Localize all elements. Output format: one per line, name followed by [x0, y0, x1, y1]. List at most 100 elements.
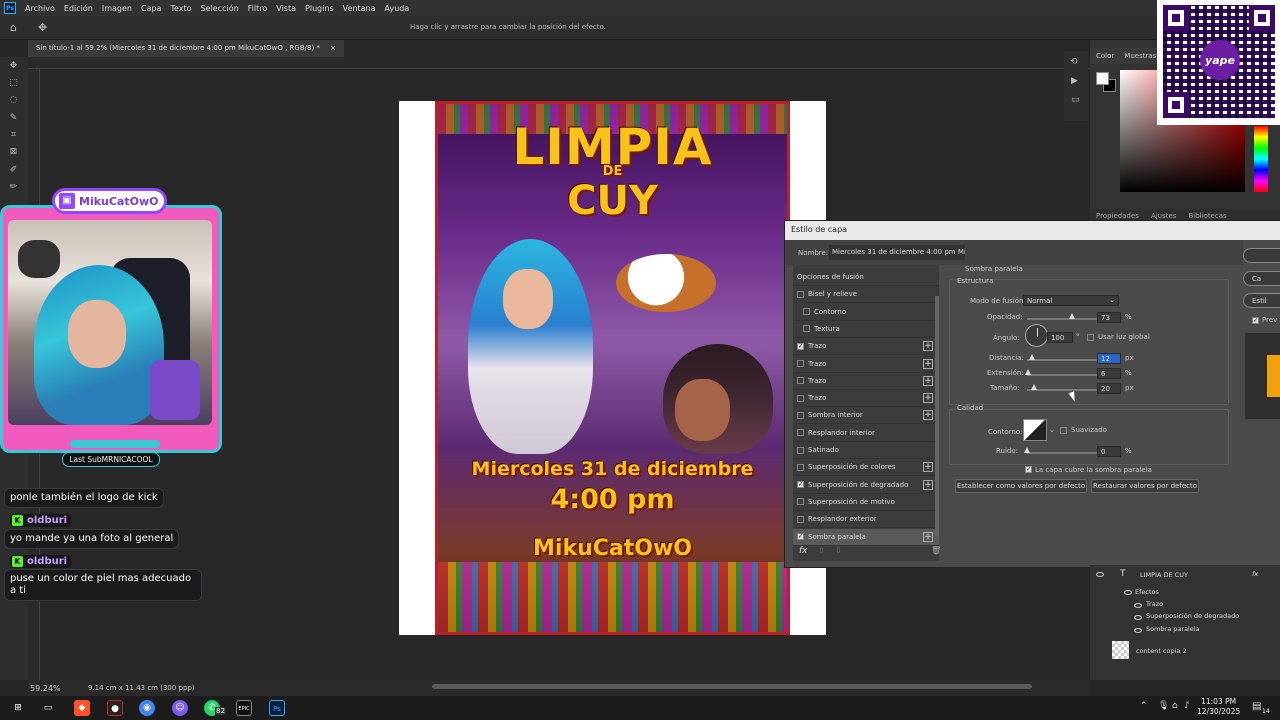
crop-tool-icon[interactable]: ⌗: [7, 130, 20, 141]
move-down-icon[interactable]: ⇩: [835, 546, 842, 555]
distance-slider-knob[interactable]: [1029, 354, 1035, 360]
add-style-icon[interactable]: +: [923, 393, 933, 404]
visibility-eye-icon[interactable]: [1124, 590, 1132, 595]
history-icon[interactable]: ⟲: [1070, 57, 1078, 67]
menu-filtro[interactable]: Filtro: [248, 4, 268, 13]
move-tool-icon[interactable]: ✥: [7, 61, 20, 72]
style-checkbox[interactable]: [797, 360, 804, 367]
contour-dropdown-icon[interactable]: ⌄: [1049, 426, 1055, 434]
menu-texto[interactable]: Texto: [170, 4, 191, 13]
style-checkbox[interactable]: [797, 394, 804, 402]
style-checkbox[interactable]: [803, 308, 810, 316]
marquee-tool-icon[interactable]: ⬚: [7, 78, 20, 89]
size-slider-knob[interactable]: [1031, 384, 1037, 390]
contour-preview[interactable]: [1023, 419, 1047, 441]
cancel-button[interactable]: Ca: [1243, 271, 1280, 286]
preview-checkbox[interactable]: ✓: [1252, 317, 1259, 324]
style-checkbox[interactable]: [797, 463, 804, 471]
layer-knocks-out-checkbox[interactable]: ✓: [1025, 466, 1032, 473]
tab-bibliotecas[interactable]: Bibliotecas: [1188, 212, 1226, 220]
menu-archivo[interactable]: Archivo: [25, 4, 55, 13]
menu-ventana[interactable]: Ventana: [343, 4, 376, 13]
fx-icon[interactable]: fx: [799, 546, 808, 556]
discord-icon[interactable]: ☺: [172, 700, 188, 716]
lasso-tool-icon[interactable]: ◌: [7, 95, 20, 106]
set-default-button[interactable]: Establecer como valores por defecto: [955, 479, 1087, 493]
notifications-icon[interactable]: ▤: [1252, 701, 1261, 712]
distance-input[interactable]: 12: [1097, 353, 1121, 364]
add-style-icon[interactable]: +: [923, 531, 933, 542]
style-list-item[interactable]: Textura: [793, 321, 939, 338]
visibility-eye-icon[interactable]: [1096, 572, 1104, 577]
opacity-slider-knob[interactable]: [1069, 313, 1075, 319]
close-tab-icon[interactable]: ×: [330, 44, 336, 52]
style-list-item[interactable]: Trazo +: [793, 390, 939, 408]
style-checkbox[interactable]: [803, 325, 810, 333]
style-list-item[interactable]: Opciones de fusión: [793, 269, 939, 286]
visibility-eye-icon[interactable]: [1134, 628, 1142, 633]
tab-propiedades[interactable]: Propiedades: [1096, 212, 1139, 220]
menu-plugins[interactable]: Plugins: [305, 4, 334, 13]
comment-icon[interactable]: ▭: [1071, 95, 1080, 105]
style-checkbox[interactable]: [797, 411, 804, 419]
reset-default-button[interactable]: Restaurar valores por defecto: [1091, 479, 1199, 493]
effect-row-gradient[interactable]: Superposición de degradado: [1090, 612, 1275, 624]
style-list-item[interactable]: ✓ Trazo +: [793, 338, 939, 356]
record-app-icon[interactable]: ●: [107, 700, 123, 716]
spread-input[interactable]: 6: [1097, 368, 1121, 379]
quick-select-icon[interactable]: ✎: [7, 113, 20, 124]
brave-browser-icon[interactable]: ◆: [74, 700, 90, 716]
visibility-eye-icon[interactable]: [1134, 603, 1142, 608]
layer-row-limpia[interactable]: T LIMPIA DE CUY fx: [1090, 568, 1275, 582]
add-style-icon[interactable]: +: [923, 410, 933, 421]
effect-row-stroke[interactable]: Trazo: [1090, 600, 1275, 612]
eyedropper-icon[interactable]: ✐: [7, 165, 20, 176]
menu-seleccion[interactable]: Selección: [201, 4, 239, 13]
noise-slider-knob[interactable]: [1024, 447, 1030, 453]
document-tab[interactable]: Sin título-1 al 59.2% (Miercoles 31 de d…: [28, 40, 345, 57]
spread-slider-knob[interactable]: [1025, 369, 1031, 375]
photoshop-taskbar-icon[interactable]: Ps: [269, 700, 285, 716]
tab-muestras[interactable]: Muestras: [1124, 52, 1156, 60]
photoshop-app-icon[interactable]: Ps: [4, 2, 16, 14]
style-checkbox[interactable]: [797, 498, 804, 506]
layer-fx-icon[interactable]: fx: [1252, 570, 1258, 578]
noise-input[interactable]: 0: [1097, 446, 1121, 457]
volume-icon[interactable]: ♪: [1184, 701, 1190, 711]
menu-ayuda[interactable]: Ayuda: [385, 4, 410, 13]
ok-button[interactable]: [1243, 248, 1280, 263]
style-checkbox[interactable]: [797, 290, 804, 298]
style-list-scrollbar[interactable]: [935, 296, 939, 536]
blend-mode-select[interactable]: Normal ⌄: [1023, 295, 1119, 306]
style-list-item[interactable]: Resplandor exterior: [793, 511, 939, 529]
task-view-icon[interactable]: ▭: [40, 700, 56, 716]
menu-imagen[interactable]: Imagen: [102, 4, 132, 13]
style-checkbox[interactable]: ✓: [797, 481, 804, 489]
menu-capa[interactable]: Capa: [141, 4, 161, 13]
zoom-level[interactable]: 59.24%: [30, 684, 61, 693]
style-list-item[interactable]: Superposición de motivo: [793, 494, 939, 511]
horizontal-scrollbar[interactable]: [432, 684, 1032, 689]
visibility-eye-icon[interactable]: [1134, 615, 1142, 620]
new-style-button[interactable]: Estil: [1243, 293, 1280, 308]
style-checkbox[interactable]: [797, 377, 804, 385]
name-field[interactable]: Miercoles 31 de diciembre 4:00 pm MikuCa…: [829, 245, 965, 260]
style-list-item[interactable]: Resplandor interior: [793, 425, 939, 442]
play-icon[interactable]: ▶: [1071, 76, 1078, 86]
windows-start-icon[interactable]: ⊞: [10, 700, 26, 716]
style-list-item[interactable]: Trazo +: [793, 356, 939, 373]
layer-row-content[interactable]: content copia 2: [1090, 641, 1275, 661]
global-light-checkbox[interactable]: [1087, 334, 1094, 341]
style-list-item[interactable]: Trazo +: [793, 373, 939, 390]
style-list-item[interactable]: Sombra interior +: [793, 407, 939, 425]
add-style-icon[interactable]: +: [923, 462, 933, 473]
size-input[interactable]: 20: [1097, 383, 1121, 394]
foreground-color-swatch[interactable]: [1096, 72, 1109, 85]
clock[interactable]: 11:03 PM 12/30/2025: [1197, 697, 1240, 717]
style-checkbox[interactable]: ✓: [797, 342, 804, 350]
tab-color[interactable]: Color: [1096, 52, 1114, 60]
tab-ajustes[interactable]: Ajustes: [1151, 212, 1177, 220]
style-checkbox[interactable]: ✓: [797, 533, 804, 540]
add-style-icon[interactable]: +: [923, 479, 933, 490]
epic-games-icon[interactable]: EPIC: [236, 700, 252, 716]
